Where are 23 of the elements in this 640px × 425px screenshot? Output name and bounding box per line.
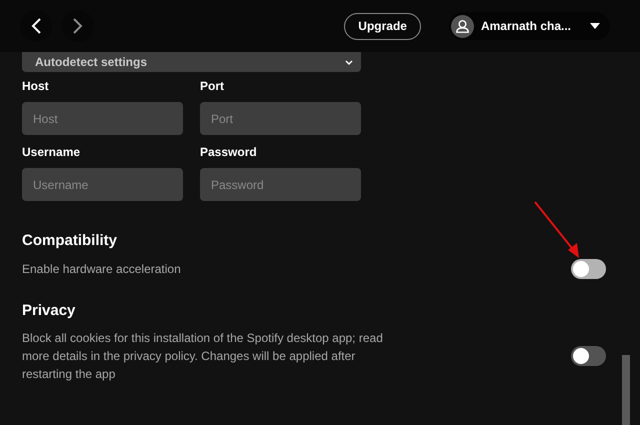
setting-description: Enable hardware acceleration xyxy=(22,261,182,278)
field-label: Password xyxy=(200,144,258,161)
setting-description: Block all cookies for this installation of the Spotify desktop app; read more details in the privacy policy. Changes will be applied after restarting the app xyxy=(22,330,384,383)
section-heading: Compatibility xyxy=(22,231,118,251)
field-label: Host xyxy=(22,78,50,95)
caret-icon xyxy=(590,23,600,29)
input-field[interactable]: Password xyxy=(200,168,361,201)
user-icon xyxy=(450,14,474,38)
input-field[interactable]: Username xyxy=(22,168,183,201)
profile-button[interactable]: Amarnath cha... xyxy=(448,12,610,40)
field-label: Port xyxy=(200,78,225,95)
field-label: Username xyxy=(22,144,82,161)
section-heading: Privacy xyxy=(22,301,76,321)
upgrade-button[interactable]: Upgrade xyxy=(344,12,421,40)
input-field[interactable]: Host xyxy=(22,102,183,135)
scrollbar[interactable] xyxy=(622,355,630,425)
chevron-right-icon xyxy=(72,17,84,35)
toggle-switch[interactable] xyxy=(571,259,606,279)
chevron-down-icon xyxy=(345,60,353,64)
input-field[interactable]: Port xyxy=(200,102,361,135)
proxy-select[interactable]: Autodetect settings xyxy=(22,52,361,72)
toggle-switch[interactable] xyxy=(571,346,606,366)
chevron-left-icon xyxy=(30,17,42,35)
